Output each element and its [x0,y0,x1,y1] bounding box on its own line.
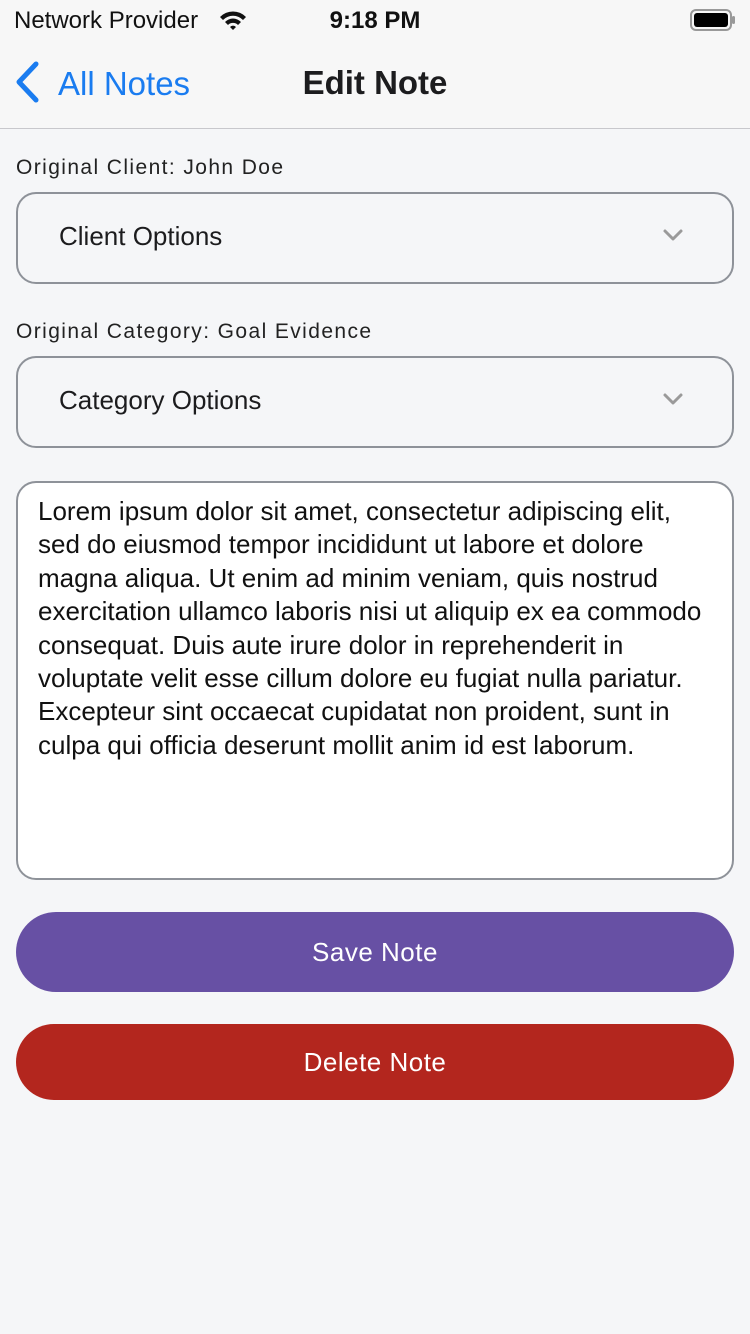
status-time: 9:18 PM [329,7,421,34]
page-title: Edit Note [302,64,448,101]
original-client-label: Original Client: John Doe [16,156,285,179]
chevron-down-icon [662,392,684,411]
category-select-value: Category Options [59,385,262,415]
navigation-bar: All Notes Edit Note [0,40,750,129]
client-select[interactable]: Client Options [16,192,734,284]
battery-icon [690,9,736,36]
delete-note-button[interactable]: Delete Note [16,1024,734,1100]
original-category-label: Original Category: Goal Evidence [16,320,373,343]
category-select[interactable]: Category Options [16,356,734,448]
save-note-button[interactable]: Save Note [16,912,734,992]
status-bar: Network Provider 9:18 PM [0,0,750,40]
client-select-value: Client Options [59,221,223,251]
chevron-down-icon [662,228,684,247]
note-text-area[interactable]: Lorem ipsum dolor sit amet, consectetur … [16,481,734,880]
